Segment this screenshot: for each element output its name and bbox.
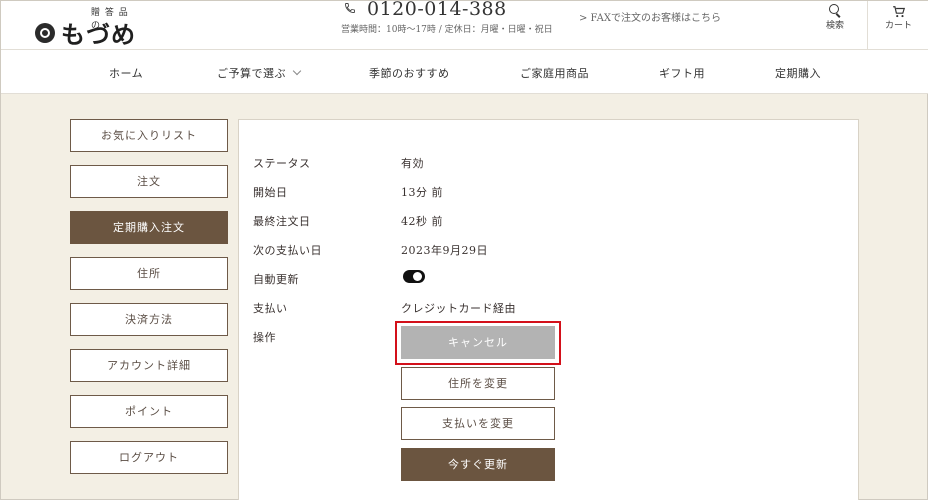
sidebar-item-account-details[interactable]: アカウント詳細 <box>70 349 228 382</box>
sidebar-item-points[interactable]: ポイント <box>70 395 228 428</box>
start-date-value: 13分 前 <box>401 186 443 199</box>
start-date-label: 開始日 <box>253 186 288 199</box>
sidebar-item-orders[interactable]: 注文 <box>70 165 228 198</box>
last-order-label: 最終注文日 <box>253 215 311 228</box>
nav-subscription[interactable]: 定期購入 <box>775 65 821 81</box>
payment-label: 支払い <box>253 302 288 315</box>
auto-renew-label: 自動更新 <box>253 273 299 286</box>
cart-button[interactable]: カート <box>867 1 928 49</box>
cart-label: カート <box>884 21 912 31</box>
payment-value: クレジットカード経由 <box>401 302 516 315</box>
sidebar-item-payment-methods[interactable]: 決済方法 <box>70 303 228 336</box>
business-hours: 営業時間：10時〜17時 / 定休日：月曜・日曜・祝日 <box>341 25 553 35</box>
cart-icon <box>892 4 906 18</box>
phone-number[interactable]: 0120-014-388 <box>367 0 507 20</box>
nav-home-use[interactable]: ご家庭用商品 <box>520 65 589 81</box>
sidebar-item-favorites[interactable]: お気に入りリスト <box>70 119 228 152</box>
actions-label: 操作 <box>253 331 276 344</box>
sidebar-item-addresses[interactable]: 住所 <box>70 257 228 290</box>
change-payment-button[interactable]: 支払いを変更 <box>401 407 555 440</box>
fax-order-link[interactable]: > FAXで注文のお客様はこちら <box>579 9 721 24</box>
cancel-button[interactable]: キャンセル <box>401 326 555 359</box>
sidebar-item-logout[interactable]: ログアウト <box>70 441 228 474</box>
last-order-value: 42秒 前 <box>401 215 443 228</box>
main-nav: ホーム ご予算で選ぶ 季節のおすすめ ご家庭用商品 ギフト用 定期購入 <box>1 50 928 94</box>
nav-budget-label: ご予算で選ぶ <box>217 67 286 80</box>
site-logo[interactable]: 贈 答 品 の もづめ <box>31 7 141 49</box>
search-button[interactable]: 検索 <box>804 1 866 49</box>
sidebar-item-subscriptions[interactable]: 定期購入注文 <box>70 211 228 244</box>
renew-now-button[interactable]: 今すぐ更新 <box>401 448 555 481</box>
search-label: 検索 <box>825 21 844 31</box>
next-payment-label: 次の支払い日 <box>253 244 322 257</box>
contact-phone: 0120-014-388 営業時間：10時〜17時 / 定休日：月曜・日曜・祝日 <box>341 0 561 47</box>
search-icon <box>828 4 842 18</box>
nav-budget[interactable]: ご予算で選ぶ <box>217 65 302 81</box>
change-address-button[interactable]: 住所を変更 <box>401 367 555 400</box>
next-payment-value: 2023年9月29日 <box>401 244 488 257</box>
auto-renew-toggle[interactable] <box>403 270 425 283</box>
logo-text: もづめ <box>61 20 136 49</box>
status-label: ステータス <box>253 157 311 170</box>
family-crest-icon <box>35 23 55 43</box>
nav-home[interactable]: ホーム <box>109 65 143 81</box>
site-header: 贈 答 品 の もづめ 0120-014-388 営業時間：10時〜17時 / … <box>1 0 928 50</box>
nav-gift[interactable]: ギフト用 <box>659 65 705 81</box>
phone-icon <box>344 2 356 18</box>
nav-seasonal[interactable]: 季節のおすすめ <box>369 65 450 81</box>
status-value: 有効 <box>401 157 424 170</box>
chevron-down-icon <box>292 66 302 76</box>
subscription-details-panel: ステータス 有効 開始日 13分 前 最終注文日 42秒 前 次の支払い日 20… <box>238 119 859 500</box>
